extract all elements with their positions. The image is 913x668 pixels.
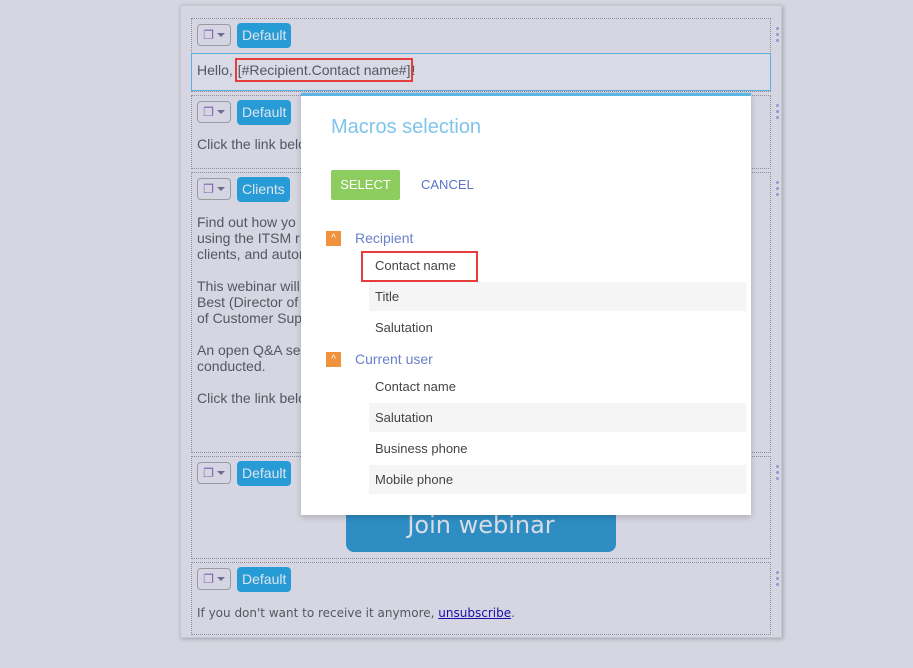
group-label: Current user xyxy=(355,351,433,367)
block-tag[interactable]: Clients xyxy=(237,177,290,202)
group-label: Recipient xyxy=(355,230,414,246)
greeting-text-editor[interactable]: Hello, [#Recipient.Contact name#]! xyxy=(191,53,771,91)
block-tag[interactable]: Default xyxy=(237,100,292,125)
drag-handle[interactable] xyxy=(776,181,779,199)
chevron-down-icon xyxy=(216,187,225,191)
text-line: This webinar will xyxy=(197,278,300,294)
block-tag[interactable]: Default xyxy=(237,461,292,486)
group-current-user[interactable]: ^ Current user xyxy=(326,351,433,367)
group-recipient[interactable]: ^ Recipient xyxy=(326,230,413,246)
macros-selection-dialog: Macros selection SELECT CANCEL ^ Recipien… xyxy=(301,93,751,515)
text-line: An open Q&A se xyxy=(197,342,301,358)
drag-handle[interactable] xyxy=(776,27,779,45)
text-line: using the ITSM r xyxy=(197,230,300,246)
chevron-down-icon xyxy=(216,33,225,37)
copy-icon: ❐ xyxy=(203,466,214,480)
text-line: Find out how yo xyxy=(197,214,296,230)
copy-icon: ❐ xyxy=(203,28,214,42)
collapse-icon[interactable]: ^ xyxy=(326,230,341,246)
macro-item[interactable]: Mobile phone xyxy=(369,465,746,494)
cancel-button[interactable]: CANCEL xyxy=(421,170,474,200)
drag-handle[interactable] xyxy=(776,465,779,483)
text-line: clients, and autor xyxy=(197,246,304,262)
unsubscribe-link[interactable]: unsubscribe xyxy=(438,606,511,620)
macro-item[interactable]: Title xyxy=(369,282,746,311)
block-text: Click the link belo xyxy=(197,136,306,152)
block-style-dropdown[interactable]: ❐ xyxy=(197,24,231,46)
copy-icon: ❐ xyxy=(203,182,214,196)
macro-placeholder[interactable]: [#Recipient.Contact name#] xyxy=(234,58,414,82)
block-style-dropdown[interactable]: ❐ xyxy=(197,178,231,200)
macro-item[interactable]: Contact name xyxy=(369,372,746,401)
macro-item[interactable]: Business phone xyxy=(369,434,746,463)
block-tag[interactable]: Default xyxy=(237,567,292,592)
chevron-down-icon xyxy=(216,110,225,114)
block-style-dropdown[interactable]: ❐ xyxy=(197,568,231,590)
block-style-dropdown[interactable]: ❐ xyxy=(197,101,231,123)
copy-icon: ❐ xyxy=(203,105,214,119)
copy-icon: ❐ xyxy=(203,572,214,586)
text-line: Click the link belo xyxy=(197,390,306,406)
text-line: conducted. xyxy=(197,358,266,374)
macro-item[interactable]: Salutation xyxy=(369,403,746,432)
macro-item[interactable]: Salutation xyxy=(369,313,746,342)
block-tag[interactable]: Default xyxy=(237,23,292,48)
select-button[interactable]: SELECT xyxy=(331,170,400,200)
greeting-punct: ! xyxy=(411,62,416,78)
footer-punct: . xyxy=(511,606,515,620)
chevron-down-icon xyxy=(216,577,225,581)
drag-handle[interactable] xyxy=(776,104,779,122)
text-line: of Customer Sup xyxy=(197,310,303,326)
drag-handle[interactable] xyxy=(776,571,779,589)
content-block-footer[interactable]: ❐ Default If you don't want to receive it… xyxy=(191,562,779,635)
dialog-title: Macros selection xyxy=(331,116,482,138)
footer-text: If you don't want to receive it anymore, xyxy=(197,606,439,620)
chevron-down-icon xyxy=(216,471,225,475)
greeting-text: Hello, xyxy=(197,62,237,78)
content-block-greeting[interactable]: ❐ Default Hello, [#Recipient.Contact name… xyxy=(191,18,779,92)
text-line: Best (Director of xyxy=(197,294,299,310)
block-text: Find out how yo using the ITSM r clients, … xyxy=(197,214,306,406)
block-style-dropdown[interactable]: ❐ xyxy=(197,462,231,484)
collapse-icon[interactable]: ^ xyxy=(326,351,341,367)
selected-highlight xyxy=(361,251,478,282)
